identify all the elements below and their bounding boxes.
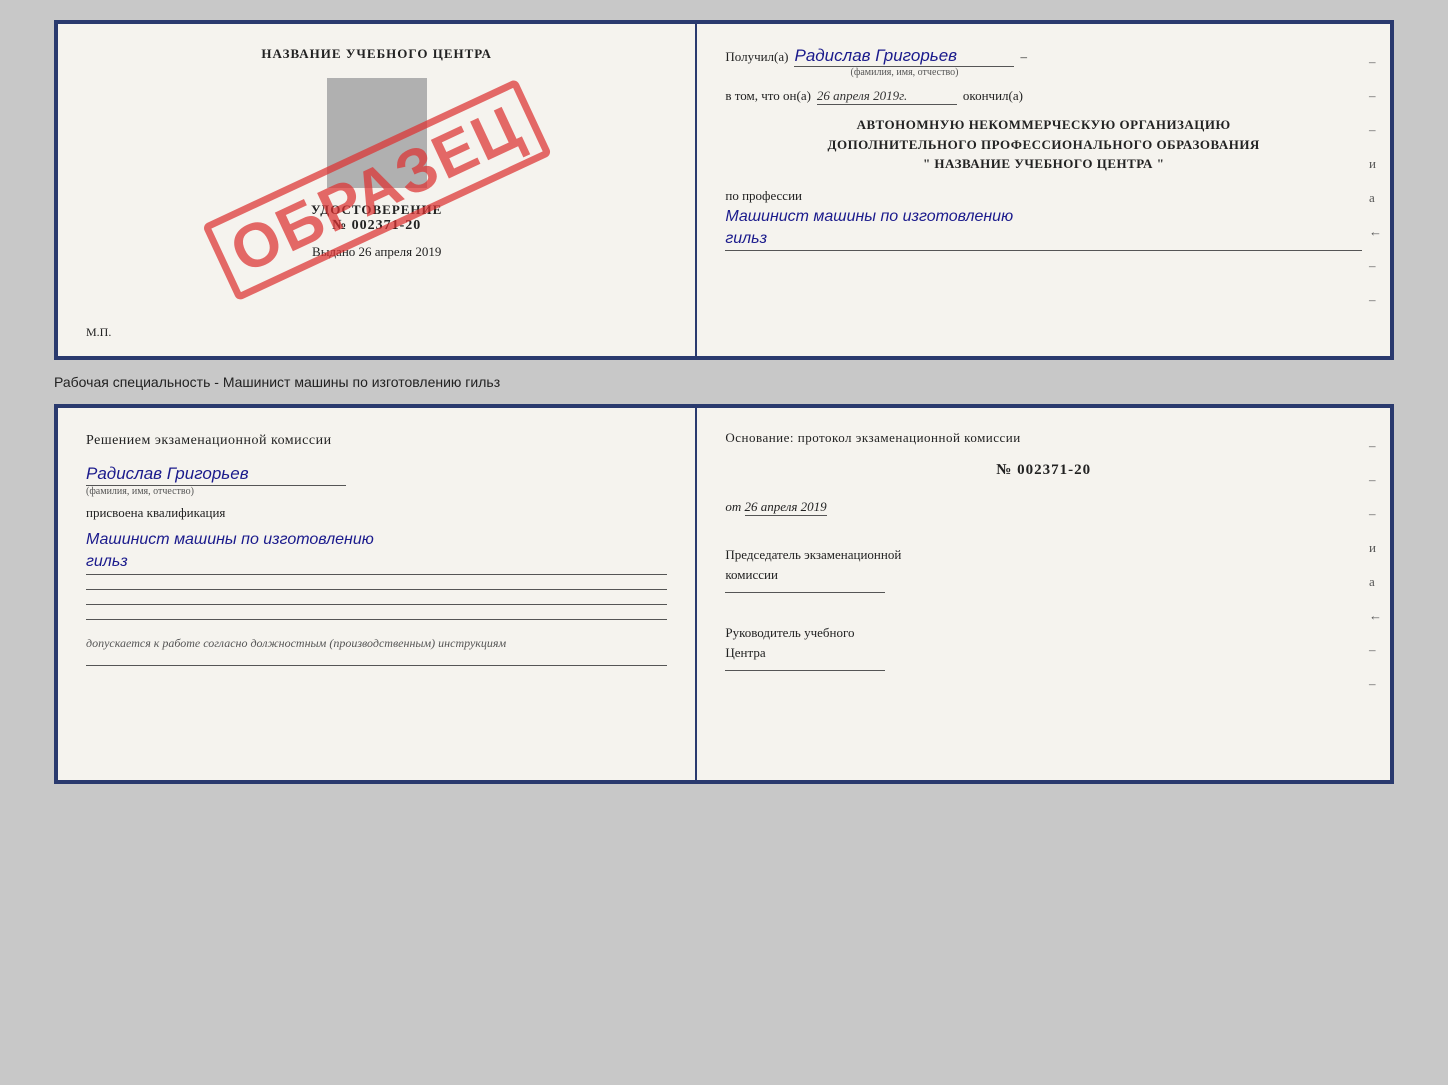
qual-profession-line1: Машинист машины по изготовлению bbox=[86, 531, 374, 548]
qual-rukov-line2: Центра bbox=[725, 643, 1362, 663]
qual-dopusk-label: допускается к работе согласно должностны… bbox=[86, 636, 667, 651]
qualification-document: Решением экзаменационной комиссии Радисл… bbox=[54, 404, 1394, 784]
qual-assigned-label: присвоена квалификация bbox=[86, 505, 667, 521]
cert-vydano-prefix: Выдано bbox=[312, 244, 355, 259]
cert-org-line1: АВТОНОМНУЮ НЕКОММЕРЧЕСКУЮ ОРГАНИЗАЦИЮ bbox=[725, 115, 1362, 135]
cert-vtom-date: 26 апреля 2019г. bbox=[817, 88, 957, 105]
cert-right-panel: Получил(а) Радислав Григорьев (фамилия, … bbox=[697, 24, 1390, 356]
cert-vtom-row: в том, что он(а) 26 апреля 2019г. окончи… bbox=[725, 88, 1362, 105]
qual-rukov-line1: Руководитель учебного bbox=[725, 623, 1362, 643]
cert-po-professii-label: по профессии bbox=[725, 188, 1362, 204]
cert-profession-value: Машинист машины по изготовлению гильз bbox=[725, 206, 1362, 252]
qual-name-sublabel: (фамилия, имя, отчество) bbox=[86, 486, 194, 497]
qual-right-date: от 26 апреля 2019 bbox=[725, 499, 1362, 515]
qual-predsed-line1: Председатель экзаменационной bbox=[725, 545, 1362, 565]
cert-right-dashes: – – – и а ← – – bbox=[1369, 54, 1382, 308]
cert-profession-line1: Машинист машины по изготовлению bbox=[725, 208, 1013, 225]
document-wrapper: НАЗВАНИЕ УЧЕБНОГО ЦЕНТРА УДОСТОВЕРЕНИЕ №… bbox=[54, 20, 1394, 784]
qual-rukov-block: Руководитель учебного Центра bbox=[725, 623, 1362, 679]
doc-specialty-label: Рабочая специальность - Машинист машины … bbox=[54, 370, 1394, 394]
qual-right-number: № 002371-20 bbox=[725, 462, 1362, 479]
qual-reshen-title: Решением экзаменационной комиссии bbox=[86, 430, 667, 451]
qual-predsed-sign-line bbox=[725, 592, 885, 593]
cert-photo-placeholder bbox=[327, 78, 427, 188]
cert-prof-block: по профессии Машинист машины по изготовл… bbox=[725, 188, 1362, 252]
cert-left-panel: НАЗВАНИЕ УЧЕБНОГО ЦЕНТРА УДОСТОВЕРЕНИЕ №… bbox=[58, 24, 697, 356]
qual-profession-value: Машинист машины по изготовлению гильз bbox=[86, 529, 667, 575]
cert-okonchill-label: окончил(а) bbox=[963, 88, 1023, 104]
qual-predsed-line2: комиссии bbox=[725, 565, 1362, 585]
qual-line2 bbox=[86, 604, 667, 605]
qual-osnov-label: Основание: протокол экзаменационной коми… bbox=[725, 430, 1362, 446]
qual-rukov-sign-line bbox=[725, 670, 885, 671]
qual-profession-line2: гильз bbox=[86, 553, 128, 570]
cert-profession-line2: гильз bbox=[725, 230, 767, 247]
cert-vydano: Выдано 26 апреля 2019 bbox=[312, 244, 441, 260]
cert-mp: М.П. bbox=[86, 315, 111, 340]
qual-ot-date: 26 апреля 2019 bbox=[745, 499, 827, 516]
qual-predsed-block: Председатель экзаменационной комиссии bbox=[725, 545, 1362, 601]
qual-right-panel: Основание: протокол экзаменационной коми… bbox=[697, 408, 1390, 780]
cert-org-block: АВТОНОМНУЮ НЕКОММЕРЧЕСКУЮ ОРГАНИЗАЦИЮ ДО… bbox=[725, 115, 1362, 174]
qual-name-value: Радислав Григорьев bbox=[86, 463, 346, 486]
cert-org-line2: ДОПОЛНИТЕЛЬНОГО ПРОФЕССИОНАЛЬНОГО ОБРАЗО… bbox=[725, 135, 1362, 155]
cert-school-title: НАЗВАНИЕ УЧЕБНОГО ЦЕНТРА bbox=[261, 46, 492, 62]
cert-poluchil-value: Радислав Григорьев bbox=[794, 46, 1014, 67]
qual-line3 bbox=[86, 619, 667, 620]
cert-poluchil-sublabel: (фамилия, имя, отчество) bbox=[851, 67, 959, 78]
qual-line1 bbox=[86, 589, 667, 590]
cert-udost-label: УДОСТОВЕРЕНИЕ bbox=[311, 202, 442, 218]
qual-right-dashes: – – – и а ← – – bbox=[1369, 438, 1382, 692]
cert-dash-separator: – bbox=[1020, 49, 1027, 65]
certificate-document: НАЗВАНИЕ УЧЕБНОГО ЦЕНТРА УДОСТОВЕРЕНИЕ №… bbox=[54, 20, 1394, 360]
qual-left-panel: Решением экзаменационной комиссии Радисл… bbox=[58, 408, 697, 780]
qual-ot-prefix: от bbox=[725, 499, 741, 514]
cert-poluchil-row: Получил(а) Радислав Григорьев (фамилия, … bbox=[725, 46, 1362, 78]
cert-vydano-date: 26 апреля 2019 bbox=[359, 244, 442, 259]
qual-line4 bbox=[86, 665, 667, 666]
cert-org-line3: " НАЗВАНИЕ УЧЕБНОГО ЦЕНТРА " bbox=[725, 154, 1362, 174]
cert-poluchil-label: Получил(а) bbox=[725, 49, 788, 65]
cert-number: № 002371-20 bbox=[332, 218, 421, 234]
cert-vtom-label: в том, что он(а) bbox=[725, 88, 811, 104]
